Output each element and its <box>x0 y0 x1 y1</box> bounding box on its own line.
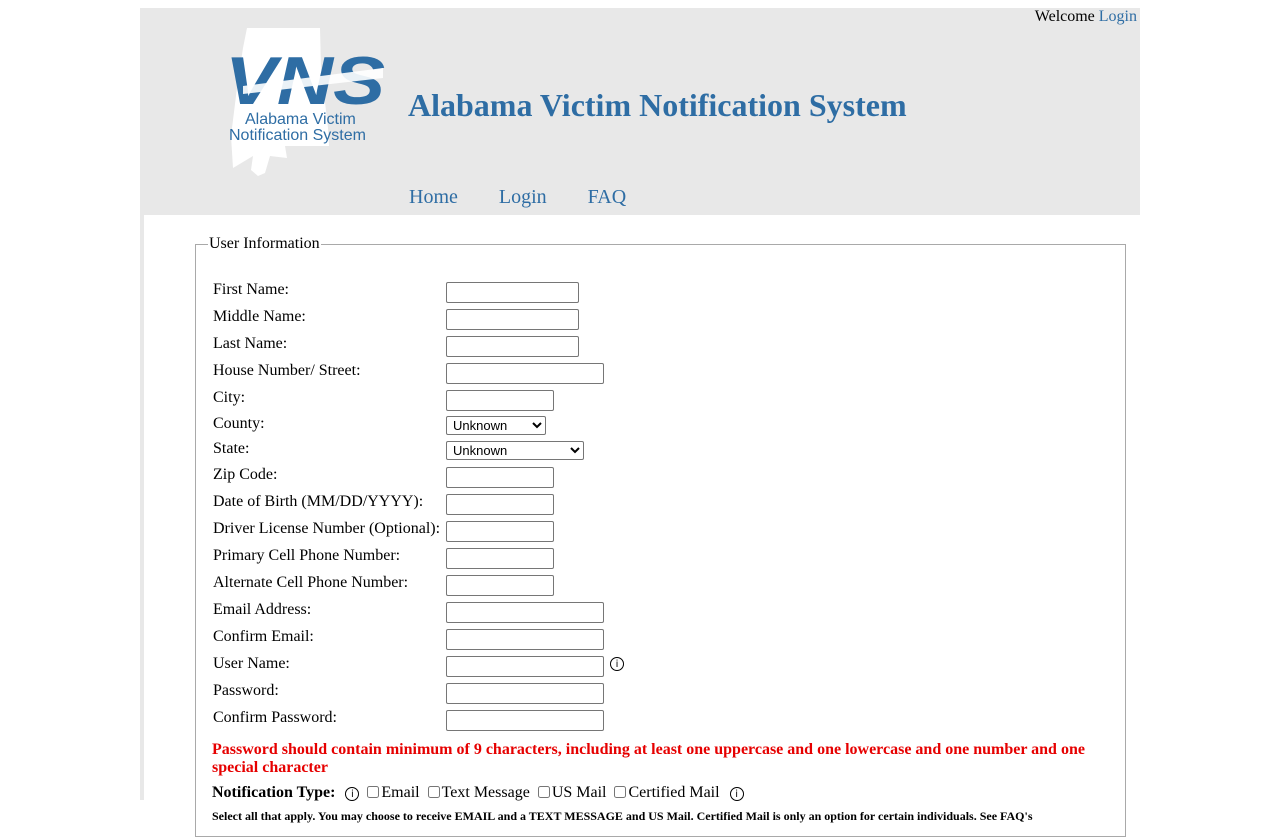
notification-type-label: Notification Type: <box>212 784 336 801</box>
email-input[interactable] <box>446 602 604 623</box>
welcome-bar: Welcome Login <box>1035 8 1137 26</box>
row-middle-name: Middle Name: <box>213 308 913 335</box>
email-label: Email Address: <box>213 601 312 618</box>
county-label: County: <box>213 415 265 432</box>
row-last-name: Last Name: <box>213 335 913 362</box>
alt-phone-input[interactable] <box>446 575 554 596</box>
county-select[interactable]: Unknown <box>446 416 546 435</box>
confirm-email-label: Confirm Email: <box>213 628 314 645</box>
nav-faq[interactable]: FAQ <box>588 186 627 208</box>
info-icon[interactable]: i <box>729 787 744 801</box>
driver-license-input[interactable] <box>446 521 554 542</box>
password-label: Password: <box>213 682 279 699</box>
first-name-label: First Name: <box>213 281 289 298</box>
username-input[interactable] <box>446 656 604 677</box>
first-name-input[interactable] <box>446 282 579 303</box>
zip-label: Zip Code: <box>213 466 278 483</box>
zip-input[interactable] <box>446 467 554 488</box>
main-nav: Home Login FAQ <box>409 186 662 209</box>
info-icon[interactable]: i <box>345 787 360 801</box>
left-border <box>140 215 144 800</box>
row-zip: Zip Code: <box>213 466 913 493</box>
primary-phone-label: Primary Cell Phone Number: <box>213 547 401 564</box>
alt-phone-label: Alternate Cell Phone Number: <box>213 574 409 591</box>
welcome-text: Welcome <box>1034 8 1095 25</box>
logo-line2: Notification System <box>229 127 366 144</box>
row-confirm-email: Confirm Email: <box>213 628 913 655</box>
street-label: House Number/ Street: <box>213 362 361 379</box>
row-city: City: <box>213 389 913 416</box>
email-option-label: Email <box>381 784 420 801</box>
us-mail-option-label: US Mail <box>551 784 607 801</box>
driver-license-label: Driver License Number (Optional): <box>213 520 441 537</box>
vns-logo: VNS Alabama Victim Notification System <box>225 28 390 178</box>
certified-mail-checkbox[interactable] <box>614 786 627 798</box>
site-header: Welcome Login VNS Alabama Victim Notific… <box>140 8 1140 215</box>
row-state: State: Unknown <box>213 440 913 467</box>
middle-name-label: Middle Name: <box>213 308 306 325</box>
state-select[interactable]: Unknown <box>446 441 584 460</box>
state-label: State: <box>213 440 250 457</box>
logo-line1: Alabama Victim <box>245 111 356 128</box>
info-icon[interactable]: i <box>610 657 624 671</box>
street-input[interactable] <box>446 363 604 384</box>
middle-name-input[interactable] <box>446 309 579 330</box>
row-street: House Number/ Street: <box>213 362 913 389</box>
row-alt-phone: Alternate Cell Phone Number: <box>213 574 913 601</box>
row-dob: Date of Birth (MM/DD/YYYY): <box>213 493 913 520</box>
username-label: User Name: <box>213 655 290 672</box>
last-name-label: Last Name: <box>213 335 288 352</box>
email-checkbox[interactable] <box>367 786 380 798</box>
city-input[interactable] <box>446 390 554 411</box>
text-message-option-label: Text Message <box>441 784 530 801</box>
row-password: Password: <box>213 682 913 709</box>
site-title: Alabama Victim Notification System <box>408 87 907 123</box>
notification-select-note: Select all that apply. You may choose to… <box>212 809 1033 823</box>
notification-type-row: Notification Type: i Email Text Message … <box>212 784 744 802</box>
fieldset-legend: User Information <box>209 235 320 252</box>
text-message-checkbox[interactable] <box>427 786 440 798</box>
row-username: User Name: i <box>213 655 913 682</box>
nav-home[interactable]: Home <box>409 186 458 208</box>
row-county: County: Unknown <box>213 415 913 442</box>
row-email: Email Address: <box>213 601 913 628</box>
dob-input[interactable] <box>446 494 554 515</box>
row-confirm-password: Confirm Password: <box>213 709 913 736</box>
certified-mail-option-label: Certified Mail <box>628 784 720 801</box>
confirm-password-label: Confirm Password: <box>213 709 337 726</box>
dob-label: Date of Birth (MM/DD/YYYY): <box>213 493 424 510</box>
row-first-name: First Name: <box>213 281 913 308</box>
header-login-link[interactable]: Login <box>1099 8 1137 25</box>
password-input[interactable] <box>446 683 604 704</box>
primary-phone-input[interactable] <box>446 548 554 569</box>
password-requirements-note: Password should contain minimum of 9 cha… <box>212 741 1085 776</box>
confirm-email-input[interactable] <box>446 629 604 650</box>
row-driver-license: Driver License Number (Optional): <box>213 520 913 547</box>
nav-login[interactable]: Login <box>499 186 547 208</box>
user-information-fieldset: User Information First Name: Middle Name… <box>195 235 1126 837</box>
last-name-input[interactable] <box>446 336 579 357</box>
confirm-password-input[interactable] <box>446 710 604 731</box>
us-mail-checkbox[interactable] <box>537 786 550 798</box>
row-primary-phone: Primary Cell Phone Number: <box>213 547 913 574</box>
city-label: City: <box>213 389 246 406</box>
